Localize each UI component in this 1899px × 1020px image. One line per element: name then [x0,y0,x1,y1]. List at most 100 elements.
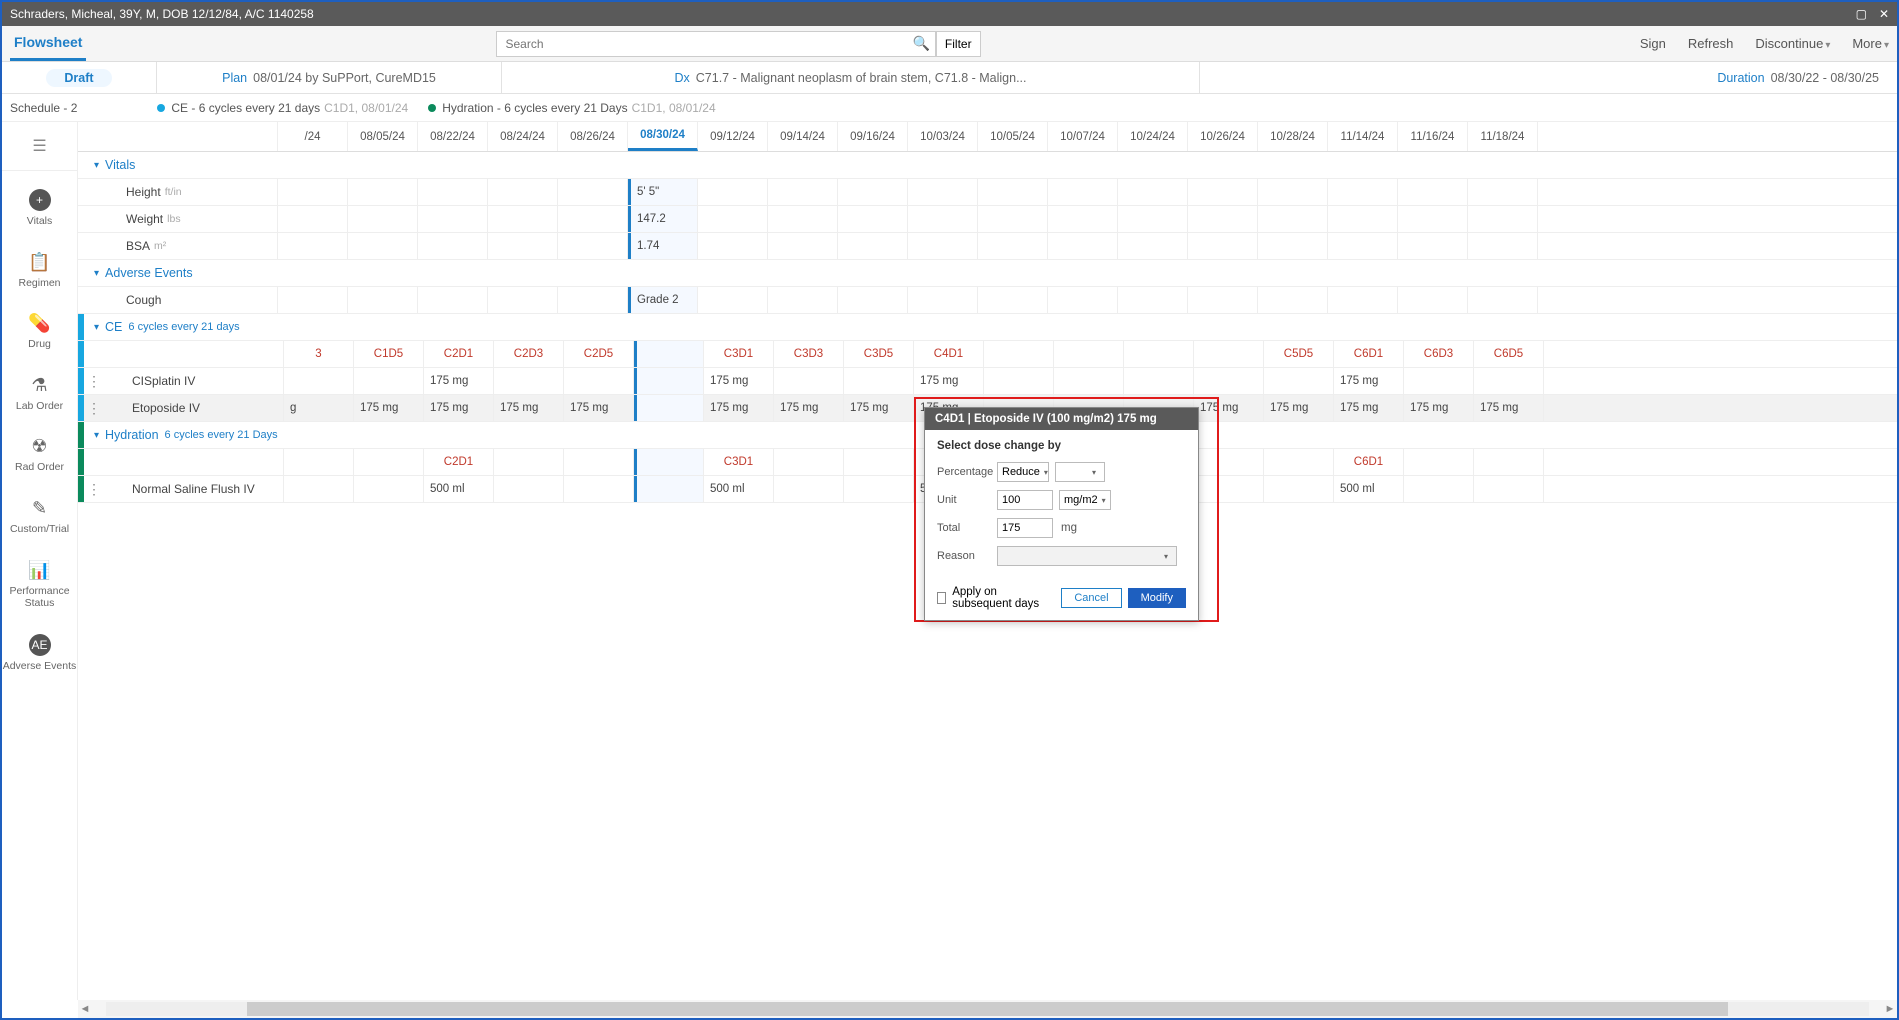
data-cell[interactable] [908,233,978,259]
data-cell[interactable]: 175 mg [704,395,774,421]
sidebar-item[interactable]: AEAdverse Events [2,616,77,679]
data-cell[interactable] [698,287,768,313]
data-cell[interactable] [348,179,418,205]
data-cell[interactable] [978,233,1048,259]
data-cell[interactable] [1194,476,1264,502]
data-cell[interactable] [494,476,564,502]
sidebar-item[interactable]: 📋Regimen [2,234,77,296]
data-cell[interactable] [1468,206,1538,232]
data-cell[interactable] [1188,233,1258,259]
data-cell[interactable] [774,476,844,502]
data-cell[interactable] [488,206,558,232]
row-menu-icon[interactable]: ⋮ [84,368,104,394]
sidebar-item[interactable]: ⚗Lab Order [2,357,77,419]
sidebar-item[interactable]: ✎Custom/Trial [2,480,77,542]
date-header-cell[interactable]: 08/22/24 [418,122,488,151]
data-cell[interactable] [1398,287,1468,313]
data-cell[interactable] [1328,206,1398,232]
apply-subsequent-checkbox[interactable] [937,592,946,604]
reason-select[interactable]: ▾ [997,546,1177,566]
data-cell[interactable] [1258,287,1328,313]
date-header-cell[interactable]: 08/05/24 [348,122,418,151]
data-cell[interactable]: 175 mg [1194,395,1264,421]
sidebar-item[interactable]: +Vitals [2,171,77,234]
scroll-right-icon[interactable]: ► [1883,1003,1897,1015]
data-cell[interactable] [768,206,838,232]
data-cell[interactable] [768,233,838,259]
data-cell[interactable]: 175 mg [1404,395,1474,421]
data-cell[interactable] [978,287,1048,313]
date-header-cell[interactable]: 10/07/24 [1048,122,1118,151]
date-header-cell[interactable]: 10/28/24 [1258,122,1328,151]
data-cell[interactable] [1054,368,1124,394]
data-cell[interactable] [844,368,914,394]
filter-button[interactable]: Filter [936,31,981,57]
unit-value-input[interactable] [997,490,1053,510]
data-cell[interactable] [634,395,704,421]
data-cell[interactable] [348,206,418,232]
sidebar-item[interactable]: ☢Rad Order [2,418,77,480]
data-cell[interactable]: 500 ml [1334,476,1404,502]
data-cell[interactable] [978,179,1048,205]
data-cell[interactable] [278,287,348,313]
data-cell[interactable] [1118,179,1188,205]
data-cell[interactable]: 175 mg [914,368,984,394]
data-cell[interactable] [348,233,418,259]
date-header-cell[interactable]: 08/24/24 [488,122,558,151]
data-cell[interactable] [1328,179,1398,205]
sidebar-item[interactable]: 📊Performance Status [2,542,77,616]
total-value-input[interactable] [997,518,1053,538]
data-cell[interactable] [838,287,908,313]
data-cell[interactable] [558,206,628,232]
horizontal-scrollbar[interactable]: ◄ ► [78,1000,1897,1018]
data-cell[interactable] [698,206,768,232]
row-menu-icon[interactable]: ⋮ [84,395,104,421]
unit-unit-select[interactable]: mg/m2▾ [1059,490,1111,510]
percentage-value-select[interactable]: ▾ [1055,462,1105,482]
data-cell[interactable] [1474,476,1544,502]
data-cell[interactable] [1468,233,1538,259]
data-cell[interactable] [1188,206,1258,232]
data-cell[interactable]: 1.74 [628,233,698,259]
data-cell[interactable] [354,476,424,502]
data-cell[interactable] [284,368,354,394]
data-cell[interactable] [558,287,628,313]
data-cell[interactable] [838,179,908,205]
data-cell[interactable] [1328,287,1398,313]
sign-link[interactable]: Sign [1640,36,1666,51]
section-header[interactable]: ▾Adverse Events [78,260,1897,287]
discontinue-link[interactable]: Discontinue▾ [1755,36,1830,51]
search-icon[interactable]: 🔍 [912,35,929,52]
percentage-action-select[interactable]: Reduce▾ [997,462,1049,482]
refresh-link[interactable]: Refresh [1688,36,1734,51]
data-cell[interactable] [1398,233,1468,259]
data-cell[interactable] [698,179,768,205]
data-cell[interactable]: 175 mg [1334,395,1404,421]
cancel-button[interactable]: Cancel [1061,588,1121,608]
data-cell[interactable]: g [284,395,354,421]
data-cell[interactable] [1468,179,1538,205]
data-cell[interactable]: 175 mg [424,395,494,421]
data-cell[interactable] [1258,179,1328,205]
data-cell[interactable] [1398,179,1468,205]
data-cell[interactable] [488,179,558,205]
data-cell[interactable] [1188,287,1258,313]
date-header-cell[interactable]: 10/05/24 [978,122,1048,151]
data-cell[interactable] [844,476,914,502]
data-cell[interactable] [284,476,354,502]
data-cell[interactable]: 175 mg [774,395,844,421]
date-header-cell[interactable]: 11/14/24 [1328,122,1398,151]
data-cell[interactable] [1398,206,1468,232]
data-cell[interactable] [1258,233,1328,259]
data-cell[interactable]: 175 mg [704,368,774,394]
data-cell[interactable] [564,368,634,394]
search-input[interactable] [496,31,936,57]
data-cell[interactable]: 500 ml [424,476,494,502]
data-cell[interactable]: 175 mg [424,368,494,394]
data-cell[interactable]: 175 mg [494,395,564,421]
data-cell[interactable]: 175 mg [1474,395,1544,421]
section-header[interactable]: ▾CE6 cycles every 21 days [78,314,1897,341]
data-cell[interactable] [488,233,558,259]
data-cell[interactable] [418,206,488,232]
date-header-cell[interactable]: 10/26/24 [1188,122,1258,151]
